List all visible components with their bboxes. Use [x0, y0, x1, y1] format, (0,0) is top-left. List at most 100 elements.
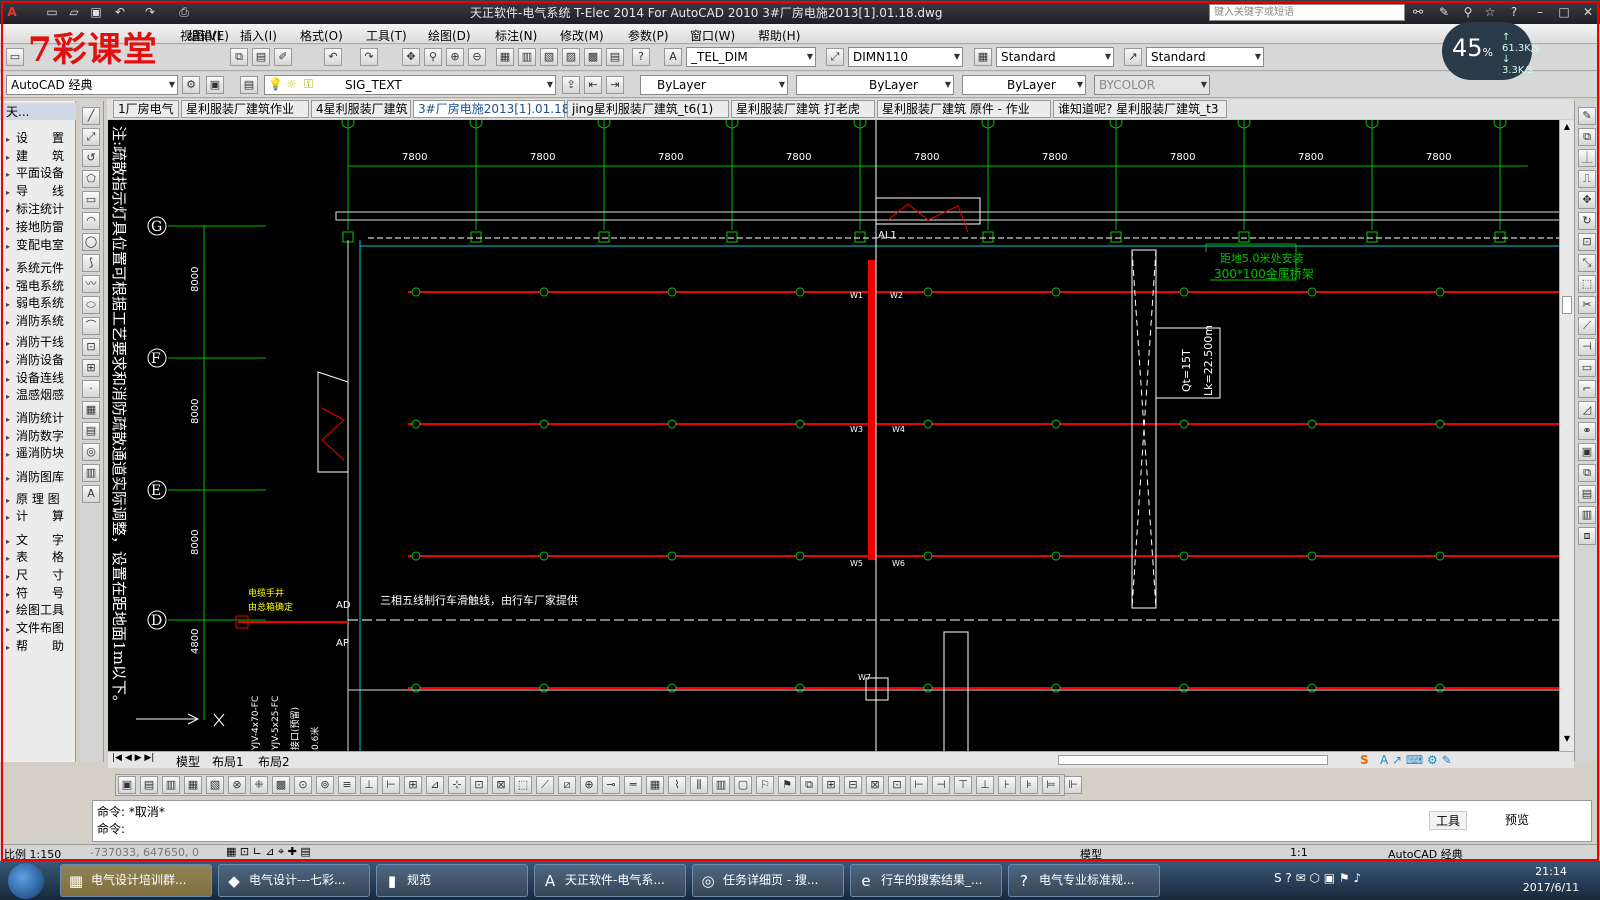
tangent-tool-18-icon[interactable]: ⬚ — [514, 776, 532, 794]
modify-tool-0-icon[interactable]: ✎ — [1578, 107, 1596, 125]
tangent-tool-37-icon[interactable]: ⊣ — [932, 776, 950, 794]
tangent-tool-11-icon[interactable]: ⊥ — [360, 776, 378, 794]
tangent-tool-26-icon[interactable]: ⫼ — [690, 776, 708, 794]
doc-tab-0[interactable]: 1厂房电气 — [113, 100, 179, 118]
workspace-status[interactable]: AutoCAD 经典 — [1388, 846, 1463, 862]
doc-tab-3[interactable]: 3#厂房电施2013[1].01.18 — [413, 100, 569, 118]
tray-icons[interactable]: S ? ✉ ⬡ ▣ ⚑ ♪ — [1274, 871, 1361, 885]
tangent-tool-7-icon[interactable]: ▩ — [272, 776, 290, 794]
draw-tool-0-icon[interactable]: ╱ — [82, 107, 100, 125]
draw-tool-2-icon[interactable]: ↺ — [82, 149, 100, 167]
layer-manager-icon[interactable]: ▤ — [240, 76, 258, 94]
panel-header[interactable]: 天... — [0, 103, 76, 120]
plotstyle-select[interactable]: BYCOLOR — [1094, 75, 1210, 95]
tangent-tool-40-icon[interactable]: ⊦ — [998, 776, 1016, 794]
tangent-tool-3-icon[interactable]: ▦ — [184, 776, 202, 794]
clock[interactable]: 21:14 2017/6/11 — [1512, 864, 1590, 896]
panel-item-19[interactable]: ▸ 原 理 图 — [0, 490, 76, 507]
task-item-3[interactable]: A 天正软件-电气系... — [534, 864, 686, 897]
tangent-tool-38-icon[interactable]: ⊤ — [954, 776, 972, 794]
tangent-tool-0-icon[interactable]: ▣ — [118, 776, 136, 794]
tangent-tool-34-icon[interactable]: ⊠ — [866, 776, 884, 794]
tangent-tool-19-icon[interactable]: ⟋ — [536, 776, 554, 794]
tangent-tool-31-icon[interactable]: ⧉ — [800, 776, 818, 794]
menu-help[interactable]: 帮助(H) — [758, 27, 800, 44]
command-window[interactable]: 命令: *取消* 命令: 工具 预览 — [92, 800, 1592, 842]
tangent-tool-36-icon[interactable]: ⊢ — [910, 776, 928, 794]
tangent-tool-33-icon[interactable]: ⊟ — [844, 776, 862, 794]
table-style-select[interactable]: Standard — [996, 47, 1114, 67]
drawing-canvas[interactable]: 7800 7800 7800 7800 7800 7800 7800 7800 7800 8000… — [108, 120, 1559, 751]
tangent-tool-25-icon[interactable]: ⌇ — [668, 776, 686, 794]
modify-tool-11-icon[interactable]: ⊣ — [1578, 338, 1596, 356]
doc-tab-6[interactable]: 星利服装厂建筑 原件 - 作业 — [877, 100, 1051, 118]
panel-item-23[interactable]: ▸ 尺 寸 — [0, 566, 76, 583]
panel-item-21[interactable]: ▸ 文 字 — [0, 531, 76, 548]
modify-tool-3-icon[interactable]: ⎍ — [1578, 170, 1596, 188]
modify-tool-5-icon[interactable]: ↻ — [1578, 212, 1596, 230]
draw-tool-5-icon[interactable]: ◠ — [82, 212, 100, 230]
menu-draw[interactable]: 绘图(D) — [428, 27, 471, 44]
text-style-icon[interactable]: A — [664, 48, 682, 66]
layer-previous-icon[interactable]: ⇤ — [584, 76, 602, 94]
menu-dimension[interactable]: 标注(N) — [495, 27, 537, 44]
task-item-4[interactable]: ◎ 任务详细页 - 搜... — [692, 864, 844, 897]
favorites-star-icon[interactable]: ☆ — [1482, 4, 1498, 20]
menu-format[interactable]: 格式(O) — [300, 27, 343, 44]
tangent-tool-20-icon[interactable]: ⧄ — [558, 776, 576, 794]
tangent-tool-27-icon[interactable]: ▥ — [712, 776, 730, 794]
draw-tool-7-icon[interactable]: ⟆ — [82, 254, 100, 272]
make-current-icon[interactable]: ⇪ — [562, 76, 580, 94]
paste-icon[interactable]: ▤ — [252, 48, 270, 66]
draw-tool-18-icon[interactable]: A — [82, 485, 100, 503]
scroll-thumb[interactable] — [1562, 296, 1572, 314]
zoom-previous-icon[interactable]: ⊖ — [468, 48, 486, 66]
save-icon[interactable]: ▣ — [88, 4, 104, 20]
horizontal-scrollbar[interactable] — [1058, 755, 1328, 765]
panel-item-13[interactable]: ▸ 设备连线 — [0, 369, 76, 386]
modify-tool-14-icon[interactable]: ◿ — [1578, 401, 1596, 419]
dim-style-icon[interactable]: ⤢ — [826, 48, 844, 66]
tab-model[interactable]: 模型 — [176, 753, 200, 770]
panel-item-12[interactable]: ▸ 消防设备 — [0, 351, 76, 368]
tool-palette-icon[interactable]: ▧ — [540, 48, 558, 66]
panel-item-26[interactable]: ▸ 文件布图 — [0, 619, 76, 636]
workspace-settings-icon[interactable]: ⚙ — [182, 76, 200, 94]
scroll-down-icon[interactable]: ▼ — [1561, 734, 1573, 746]
undo-tool-icon[interactable]: ↶ — [324, 48, 342, 66]
tangent-tool-1-icon[interactable]: ▤ — [140, 776, 158, 794]
panel-item-1[interactable]: ▸ 建 筑 — [0, 147, 76, 164]
help-icon[interactable]: ? — [1506, 4, 1522, 20]
table-style-icon[interactable]: ▦ — [974, 48, 992, 66]
tangent-tool-22-icon[interactable]: ⊸ — [602, 776, 620, 794]
panel-item-10[interactable]: ▸ 消防系统 — [0, 312, 76, 329]
tangent-tool-39-icon[interactable]: ⊥ — [976, 776, 994, 794]
tangent-tool-43-icon[interactable]: ⊩ — [1064, 776, 1082, 794]
redo-icon[interactable]: ↷ — [142, 4, 158, 20]
doc-tab-1[interactable]: 星利服装厂建筑作业 — [181, 100, 309, 118]
draw-tool-8-icon[interactable]: 〰 — [82, 275, 100, 293]
calc-icon[interactable]: ▤ — [606, 48, 624, 66]
draw-tool-17-icon[interactable]: ▥ — [82, 464, 100, 482]
copy-icon[interactable]: ⧉ — [230, 48, 248, 66]
redo-tool-icon[interactable]: ↷ — [360, 48, 378, 66]
panel-item-18[interactable]: ▸ 消防图库 — [0, 468, 76, 485]
panel-item-27[interactable]: ▸ 帮 助 — [0, 637, 76, 654]
panel-item-14[interactable]: ▸ 温感烟感 — [0, 386, 76, 403]
help-search-input[interactable]: 键入关键字或短语 — [1209, 4, 1405, 21]
pan-icon[interactable]: ✥ — [402, 48, 420, 66]
modify-tool-1-icon[interactable]: ⧉ — [1578, 128, 1596, 146]
modify-tool-12-icon[interactable]: ▭ — [1578, 359, 1596, 377]
panel-item-17[interactable]: ▸ 遥消防块 — [0, 444, 76, 461]
print-icon[interactable]: ⎙ — [176, 4, 192, 20]
modify-tool-16-icon[interactable]: ▣ — [1578, 443, 1596, 461]
zoom-window-icon[interactable]: ⊕ — [446, 48, 464, 66]
tangent-tool-4-icon[interactable]: ▧ — [206, 776, 224, 794]
menu-modify[interactable]: 修改(M) — [560, 27, 604, 44]
draw-tool-16-icon[interactable]: ◎ — [82, 443, 100, 461]
tangent-tool-24-icon[interactable]: ▦ — [646, 776, 664, 794]
sogou-ime-icon[interactable]: S — [1360, 753, 1369, 767]
command-prompt[interactable]: 命令: — [97, 820, 125, 837]
panel-item-20[interactable]: ▸ 计 算 — [0, 507, 76, 524]
new-icon[interactable]: ▭ — [6, 48, 24, 66]
